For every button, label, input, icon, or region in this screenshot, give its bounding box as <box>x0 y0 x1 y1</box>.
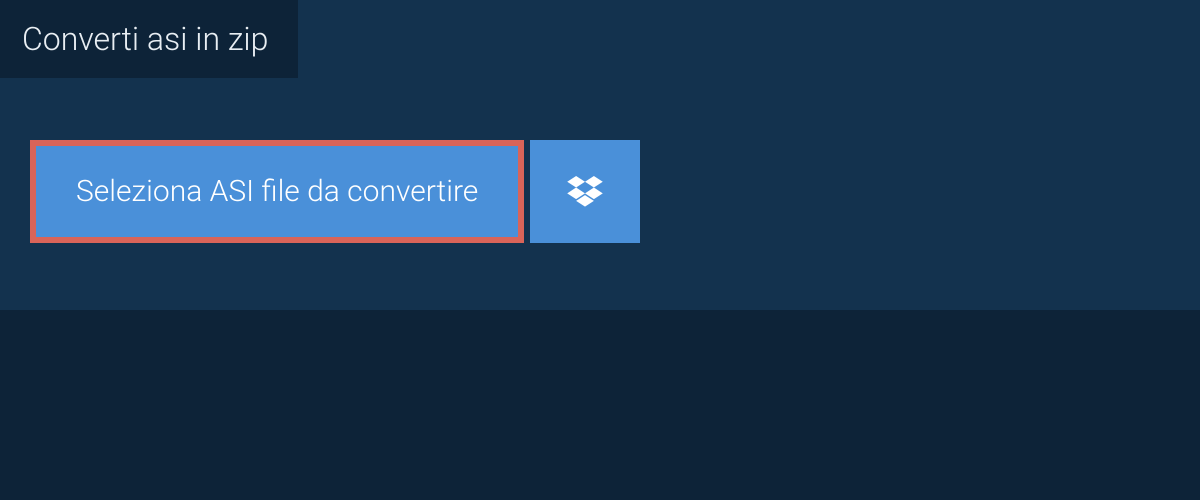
dropbox-button[interactable] <box>530 140 640 243</box>
dropbox-icon <box>567 176 603 208</box>
converter-panel: Converti asi in zip Seleziona ASI file d… <box>0 0 1200 310</box>
tab-convert[interactable]: Converti asi in zip <box>0 0 298 78</box>
tab-label: Converti asi in zip <box>22 20 268 58</box>
select-file-button[interactable]: Seleziona ASI file da convertire <box>30 140 524 243</box>
button-row: Seleziona ASI file da convertire <box>30 140 640 243</box>
select-file-label: Seleziona ASI file da convertire <box>76 174 478 209</box>
